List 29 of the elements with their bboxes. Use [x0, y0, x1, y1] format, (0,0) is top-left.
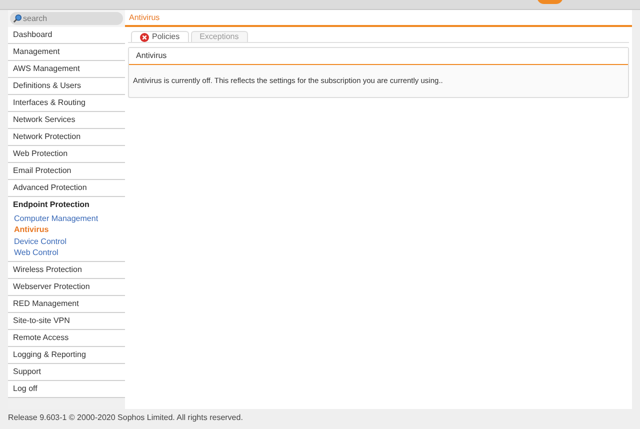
sidebar-item[interactable]: Definitions & Users: [8, 78, 125, 94]
sidebar-subitem[interactable]: Web Control: [8, 246, 125, 258]
page-title: Antivirus: [125, 10, 632, 27]
sidebar-item[interactable]: AWS Management: [8, 61, 125, 77]
sidebar-item[interactable]: Logging & Reporting: [8, 347, 125, 364]
tab[interactable]: Policies: [131, 31, 189, 42]
sidebar-item[interactable]: Network Protection: [8, 129, 125, 145]
sidebar-item[interactable]: Log off: [8, 381, 125, 398]
sidebar-item[interactable]: Webserver Protection: [8, 279, 125, 296]
error-icon: [140, 32, 149, 42]
sidebar-item[interactable]: Remote Access: [8, 330, 125, 346]
sidebar-item[interactable]: Interfaces & Routing: [8, 95, 125, 111]
sidebar-item[interactable]: Dashboard: [8, 27, 125, 43]
sidebar-item[interactable]: Management: [8, 44, 125, 60]
sidebar-subitem[interactable]: Device Control: [8, 236, 125, 247]
sidebar-item[interactable]: Web Protection: [8, 146, 125, 162]
sidebar-item[interactable]: Email Protection: [8, 163, 125, 179]
search-field[interactable]: search: [10, 12, 123, 25]
sidebar-item[interactable]: Advanced Protection: [8, 180, 125, 196]
sidebar-item[interactable]: Site-to-site VPN: [8, 313, 125, 330]
sidebar-item[interactable]: Wireless Protection: [8, 262, 125, 278]
sidebar-subitem[interactable]: Computer Management: [8, 213, 125, 224]
sidebar-item[interactable]: Network Services: [8, 112, 125, 128]
panel-title: Antivirus: [129, 48, 628, 65]
footer-text: Release 9.603-1 © 2000-2020 Sophos Limited. All rights reserved.: [7, 412, 244, 424]
sidebar-item[interactable]: Endpoint Protection: [8, 197, 125, 213]
sidebar-item[interactable]: Support: [8, 364, 125, 380]
sidebar-item[interactable]: RED Management: [8, 296, 125, 312]
search-icon: [13, 14, 22, 23]
